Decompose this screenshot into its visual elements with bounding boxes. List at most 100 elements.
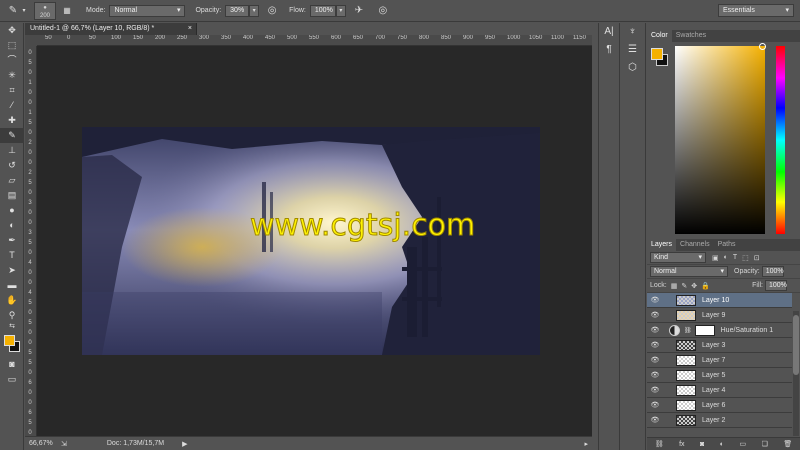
swap-colors-icon[interactable]: ⇆ — [0, 323, 24, 331]
foreground-color-swatch[interactable] — [4, 335, 15, 346]
trash-icon[interactable]: 🗑 — [783, 440, 792, 448]
marquee-tool-icon[interactable]: ⬚ — [0, 38, 24, 53]
tab-color[interactable]: Color — [647, 30, 672, 42]
tab-channels[interactable]: Channels — [676, 239, 714, 251]
layer-row-layer-4[interactable]: 👁 Layer 4 — [647, 383, 792, 398]
tab-layers[interactable]: Layers — [647, 239, 677, 251]
zoom-tool-icon[interactable]: ⚲ — [0, 308, 24, 323]
brush-panel-toggle-icon[interactable]: ▦ — [60, 4, 74, 18]
filter-shape-icon[interactable]: ⬚ — [742, 254, 749, 262]
layer-name[interactable]: Layer 5 — [702, 372, 725, 379]
crop-tool-icon[interactable]: ⌗ — [0, 83, 24, 98]
visibility-eye-icon[interactable]: 👁 — [647, 401, 663, 409]
layer-name[interactable]: Layer 7 — [702, 357, 725, 364]
clone-stamp-tool-icon[interactable]: ⊥ — [0, 143, 24, 158]
layer-opacity-input[interactable]: 100% — [761, 266, 784, 277]
scroll-right-icon[interactable]: ▸ — [584, 440, 588, 448]
pressure-opacity-icon[interactable]: ◎ — [265, 4, 279, 18]
brush-tool-icon[interactable]: ✎ — [6, 4, 20, 18]
path-selection-tool-icon[interactable]: ➤ — [0, 263, 24, 278]
layer-name[interactable]: Layer 3 — [702, 342, 725, 349]
layer-name[interactable]: Layer 4 — [702, 387, 725, 394]
rectangle-tool-icon[interactable]: ▬ — [0, 278, 24, 293]
airbrush-icon[interactable]: ✈ — [352, 4, 366, 18]
visibility-eye-icon[interactable]: 👁 — [647, 326, 663, 334]
ruler-origin[interactable] — [25, 35, 37, 46]
new-layer-icon[interactable]: ❏ — [762, 440, 768, 448]
gradient-tool-icon[interactable]: ▤ — [0, 188, 24, 203]
3d-panel-icon[interactable]: ⬡ — [620, 59, 645, 77]
add-mask-icon[interactable]: ◙ — [700, 441, 704, 448]
layer-row-layer-10[interactable]: 👁 Layer 10 — [647, 293, 792, 308]
flow-slider-toggle[interactable]: ▾ — [335, 4, 346, 17]
eraser-tool-icon[interactable]: ▱ — [0, 173, 24, 188]
pen-tool-icon[interactable]: ✒ — [0, 233, 24, 248]
layer-name[interactable]: Layer 6 — [702, 402, 725, 409]
blend-mode-dropdown[interactable]: Normal ▾ — [650, 266, 728, 277]
layer-row-layer-2[interactable]: 👁 Layer 2 — [647, 413, 792, 428]
dodge-tool-icon[interactable]: ◐ — [0, 218, 24, 233]
brush-presets-panel-icon[interactable]: ♆ — [620, 23, 645, 41]
layer-name[interactable]: Layer 10 — [702, 297, 729, 304]
mode-dropdown[interactable]: Normal ▾ — [109, 4, 186, 17]
character-panel-icon[interactable]: A| — [599, 23, 619, 41]
opacity-slider-toggle[interactable]: ▾ — [249, 4, 260, 17]
close-icon[interactable]: × — [188, 23, 192, 35]
tab-swatches[interactable]: Swatches — [672, 30, 710, 42]
layer-row-layer-3[interactable]: 👁 Layer 3 — [647, 338, 792, 353]
paragraph-panel-icon[interactable]: ¶ — [599, 41, 619, 59]
adjustments-panel-icon[interactable]: ☰ — [620, 41, 645, 59]
layer-name[interactable]: Layer 9 — [702, 312, 725, 319]
fill-input[interactable]: 100% — [765, 280, 787, 291]
vertical-ruler[interactable]: 050100150200250300350400450500550600650 — [25, 46, 37, 436]
magic-wand-tool-icon[interactable]: ✳ — [0, 68, 24, 83]
visibility-eye-icon[interactable]: 👁 — [647, 356, 663, 364]
new-group-icon[interactable]: ▭ — [739, 440, 746, 448]
status-menu-icon[interactable]: ▶ — [182, 440, 187, 448]
quick-mask-icon[interactable]: ◙ — [0, 357, 24, 372]
layer-row-layer-6[interactable]: 👁 Layer 6 — [647, 398, 792, 413]
filter-smart-object-icon[interactable]: ⊡ — [754, 254, 760, 262]
tool-preset-dropdown-icon[interactable]: ▾ — [20, 4, 28, 18]
visibility-eye-icon[interactable]: 👁 — [647, 296, 663, 304]
brush-tool-icon[interactable]: ✎ — [0, 128, 24, 143]
layer-name[interactable]: Hue/Saturation 1 — [721, 327, 774, 334]
layer-row-hue-saturation-1[interactable]: 👁 ⛓ Hue/Saturation 1 — [647, 323, 792, 338]
visibility-eye-icon[interactable]: 👁 — [647, 386, 663, 394]
hand-tool-icon[interactable]: ✋ — [0, 293, 24, 308]
share-icon[interactable]: ⇲ — [61, 440, 67, 448]
scrollbar-thumb[interactable] — [793, 315, 799, 375]
color-field[interactable] — [675, 46, 765, 234]
color-picker-handle[interactable] — [759, 43, 766, 50]
filter-kind-dropdown[interactable]: Kind ▾ — [650, 252, 706, 263]
lock-image-icon[interactable]: ✎ — [681, 282, 687, 290]
new-adjustment-layer-icon[interactable]: ◐ — [720, 441, 724, 448]
layer-row-layer-7[interactable]: 👁 Layer 7 — [647, 353, 792, 368]
flow-input[interactable]: 100% — [309, 4, 336, 17]
layer-name[interactable]: Layer 2 — [702, 417, 725, 424]
blur-tool-icon[interactable]: ● — [0, 203, 24, 218]
move-tool-icon[interactable]: ✥ — [0, 23, 24, 38]
layers-scrollbar[interactable] — [793, 311, 799, 436]
foreground-color-swatch[interactable] — [651, 48, 663, 60]
horizontal-ruler[interactable]: 50 0 50 100 150 200 250 300 350 400 450 500 550 600 65… — [37, 35, 592, 46]
tab-paths[interactable]: Paths — [714, 239, 740, 251]
lock-position-icon[interactable]: ✥ — [691, 282, 697, 290]
layer-style-fx-icon[interactable]: fx — [679, 441, 684, 448]
brush-size-picker[interactable]: ● 200 — [34, 1, 56, 20]
lasso-tool-icon[interactable]: ⌒ — [0, 53, 24, 68]
visibility-eye-icon[interactable]: 👁 — [647, 341, 663, 349]
zoom-level[interactable]: 66,67% — [25, 440, 55, 447]
visibility-eye-icon[interactable]: 👁 — [647, 371, 663, 379]
history-brush-tool-icon[interactable]: ↺ — [0, 158, 24, 173]
filter-adjustment-icon[interactable]: ◐ — [724, 254, 728, 261]
screen-mode-icon[interactable]: ▭ — [0, 372, 24, 387]
color-swatches[interactable] — [0, 333, 24, 357]
lock-all-icon[interactable]: 🔒 — [701, 282, 710, 290]
type-tool-icon[interactable]: T — [0, 248, 24, 263]
document-tab[interactable]: Untitled-1 @ 66,7% (Layer 10, RGB/8) * × — [25, 23, 197, 35]
layer-row-layer-9[interactable]: 👁 Layer 9 — [647, 308, 792, 323]
pressure-size-icon[interactable]: ◎ — [376, 4, 390, 18]
eyedropper-tool-icon[interactable]: ⁄ — [0, 98, 24, 113]
filter-type-icon[interactable]: T — [733, 254, 737, 261]
